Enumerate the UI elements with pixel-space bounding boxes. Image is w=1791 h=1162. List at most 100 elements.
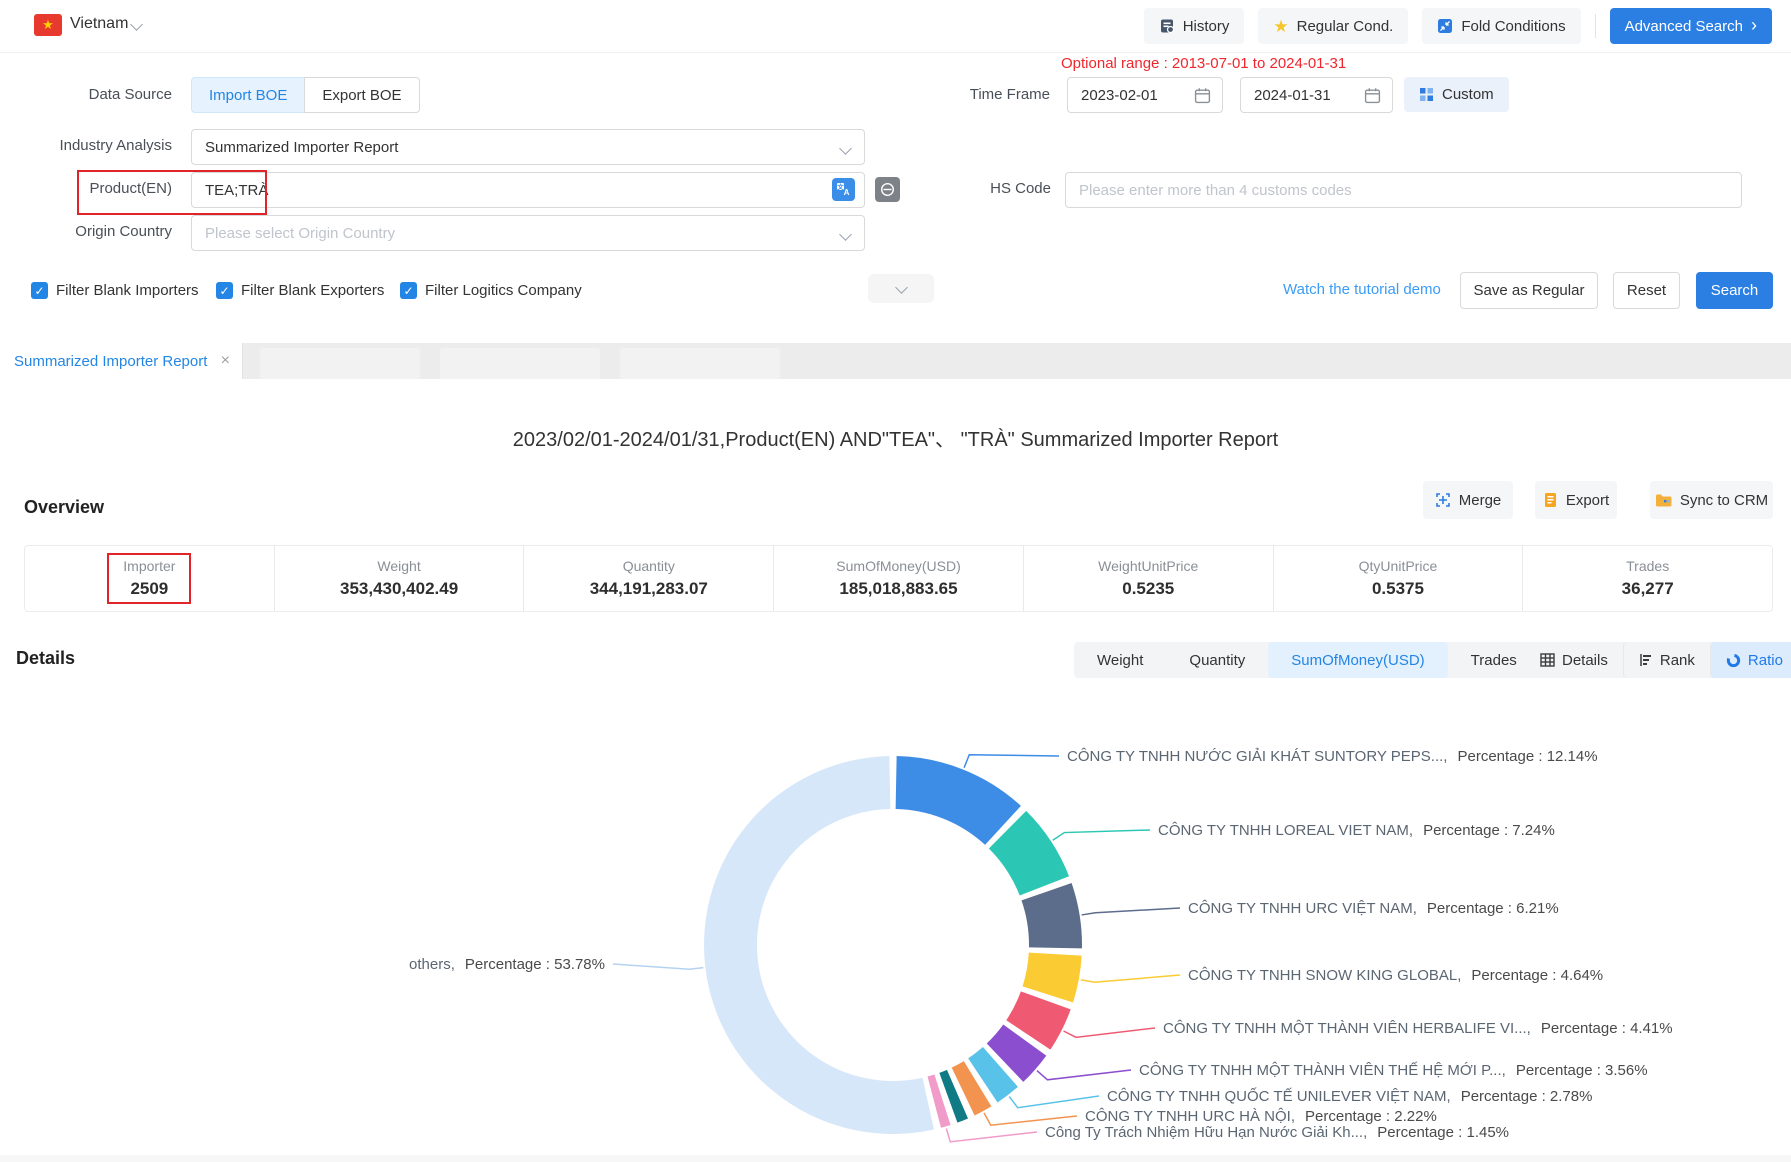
pie-slice-2[interactable]: [1021, 883, 1082, 948]
tab-ratio[interactable]: Ratio: [1710, 642, 1791, 678]
stat-weight: Weight353,430,402.49: [274, 546, 524, 611]
advanced-search-button[interactable]: Advanced Search ›: [1610, 8, 1772, 44]
label-callout-line: [1082, 908, 1180, 915]
hs-code-label: HS Code: [901, 180, 1051, 197]
donut-icon: [1726, 653, 1741, 668]
bottom-scrollbar-track[interactable]: [0, 1155, 1791, 1162]
stat-importer: Importer2509: [25, 546, 274, 611]
slice-label: CÔNG TY TNHH URC HÀ NỘI,Percentage : 2.2…: [1085, 1108, 1437, 1125]
report-title: 2023/02/01-2024/01/31,Product(EN) AND"TE…: [0, 423, 1791, 452]
history-icon: [1159, 18, 1175, 34]
ghost-tab: [620, 348, 780, 379]
top-bar: ★ Vietnam History ★ Regular Cond.: [0, 0, 1791, 53]
checkbox-checked-icon[interactable]: ✓: [216, 282, 233, 299]
synonym-icon[interactable]: [875, 177, 900, 202]
stat-label: Quantity: [623, 558, 675, 574]
optional-range-text: Optional range : 2013-07-01 to 2024-01-3…: [1061, 55, 1346, 72]
slice-label: CÔNG TY TNHH SNOW KING GLOBAL,Percentage…: [1188, 967, 1603, 984]
export-file-icon: [1543, 492, 1558, 508]
slice-label: CÔNG TY TNHH MỘT THÀNH VIÊN HERBALIFE VI…: [1163, 1020, 1673, 1037]
pie-slice-10[interactable]: [704, 756, 934, 1134]
divider: [1595, 14, 1596, 38]
export-boe-tab[interactable]: Export BOE: [304, 77, 419, 113]
tab-details[interactable]: Details: [1525, 642, 1623, 678]
filter-checkbox-item[interactable]: ✓Filter Logitics Company: [400, 282, 582, 299]
stat-value: 2509: [130, 579, 168, 599]
checkbox-checked-icon[interactable]: ✓: [31, 282, 48, 299]
slice-label: CÔNG TY TNHH QUỐC TẾ UNILEVER VIỆT NAM,P…: [1107, 1087, 1592, 1105]
svg-text:A: A: [844, 188, 850, 197]
reset-button[interactable]: Reset: [1613, 272, 1680, 309]
ghost-tab: [260, 348, 420, 379]
label-callout-line: [964, 755, 1059, 768]
custom-range-button[interactable]: Custom: [1404, 77, 1509, 112]
pie-slice-3[interactable]: [1023, 953, 1082, 1003]
filter-checkbox-item[interactable]: ✓ Filter Blank Importers: [31, 282, 199, 299]
pie-slice-0[interactable]: [896, 756, 1021, 845]
origin-country-label: Origin Country: [22, 223, 172, 240]
tab-summarized-importer-report[interactable]: Summarized Importer Report ×: [0, 343, 243, 379]
metric-tab-sumofmoney-usd-[interactable]: SumOfMoney(USD): [1268, 642, 1447, 678]
translate-icon[interactable]: 文 A: [832, 178, 855, 201]
fold-conditions-button[interactable]: Fold Conditions: [1422, 8, 1580, 44]
stat-value: 0.5235: [1122, 579, 1174, 599]
chevron-down-icon[interactable]: [130, 18, 143, 31]
industry-analysis-label: Industry Analysis: [22, 137, 172, 154]
checkbox-checked-icon[interactable]: ✓: [400, 282, 417, 299]
sync-to-crm-button[interactable]: Sync to CRM: [1650, 481, 1773, 519]
stat-value: 353,430,402.49: [340, 579, 458, 599]
label-callout-line: [1037, 1070, 1131, 1080]
ghost-tab: [440, 348, 600, 379]
ratio-donut-chart[interactable]: CÔNG TY TNHH NƯỚC GIẢI KHÁT SUNTORY PEPS…: [0, 680, 1791, 1162]
country-selector[interactable]: Vietnam: [70, 15, 128, 33]
date-to-input[interactable]: [1240, 77, 1393, 113]
overview-heading: Overview: [24, 497, 104, 518]
filter-checkbox-item[interactable]: ✓Filter Blank Exporters: [216, 282, 384, 299]
product-en-label: Product(EN): [22, 180, 172, 197]
label-callout-line: [1053, 830, 1150, 840]
tab-rank[interactable]: Rank: [1623, 642, 1710, 678]
data-source-label: Data Source: [22, 86, 172, 103]
date-from-input[interactable]: [1067, 77, 1223, 113]
metric-tab-quantity[interactable]: Quantity: [1166, 642, 1268, 678]
close-tab-icon[interactable]: ×: [221, 352, 230, 370]
export-button[interactable]: Export: [1535, 481, 1617, 519]
stat-label: Trades: [1626, 558, 1669, 574]
slice-label: CÔNG TY TNHH URC VIỆT NAM,Percentage : 6…: [1188, 900, 1559, 917]
label-callout-line: [613, 964, 703, 969]
chevron-down-icon: [839, 142, 852, 155]
slice-label: CÔNG TY TNHH MỘT THÀNH VIÊN THẾ HỆ MỚI P…: [1139, 1062, 1648, 1079]
history-button[interactable]: History: [1144, 8, 1245, 44]
vietnam-flag-icon: ★: [34, 14, 62, 36]
details-heading: Details: [16, 648, 75, 669]
time-frame-label: Time Frame: [900, 86, 1050, 103]
label-callout-line: [1009, 1096, 1099, 1108]
merge-icon: [1435, 492, 1451, 508]
save-as-regular-button[interactable]: Save as Regular: [1460, 272, 1598, 309]
expand-conditions-button[interactable]: [868, 274, 934, 303]
merge-button[interactable]: Merge: [1423, 481, 1513, 519]
regular-cond-button[interactable]: ★ Regular Cond.: [1258, 8, 1408, 44]
fold-icon: [1437, 18, 1453, 34]
label-callout-line: [1064, 1028, 1155, 1037]
industry-analysis-select[interactable]: Summarized Importer Report: [191, 129, 865, 165]
slice-label: others,Percentage : 53.78%: [409, 956, 605, 973]
hs-code-input[interactable]: [1065, 172, 1742, 208]
import-boe-tab[interactable]: Import BOE: [191, 77, 304, 113]
chevron-down-icon: [839, 228, 852, 241]
custom-grid-icon: [1419, 87, 1434, 102]
stat-value: 185,018,883.65: [839, 579, 957, 599]
search-button[interactable]: Search: [1696, 272, 1773, 309]
trade-data-app: ★ Vietnam History ★ Regular Cond.: [0, 0, 1791, 1162]
origin-country-select[interactable]: Please select Origin Country: [191, 215, 865, 251]
calendar-icon: [1194, 87, 1211, 104]
calendar-icon: [1364, 87, 1381, 104]
tutorial-link[interactable]: Watch the tutorial demo: [1283, 281, 1441, 298]
product-en-input[interactable]: [191, 172, 865, 208]
metric-tab-weight[interactable]: Weight: [1074, 642, 1166, 678]
slice-label: Công Ty Trách Nhiệm Hữu Hạn Nước Giải Kh…: [1045, 1124, 1509, 1141]
stat-label: WeightUnitPrice: [1098, 558, 1198, 574]
stat-value: 36,277: [1622, 579, 1674, 599]
checkbox-label: Filter Blank Importers: [56, 282, 199, 299]
stat-qtyunitprice: QtyUnitPrice0.5375: [1273, 546, 1523, 611]
